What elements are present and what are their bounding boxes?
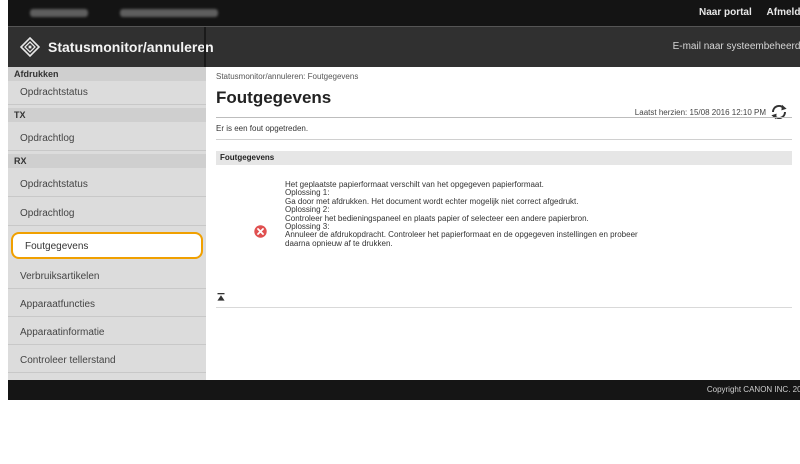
message-divider-line bbox=[216, 139, 792, 140]
sidebar-item-print-job-status[interactable]: Opdrachtstatus bbox=[8, 81, 206, 105]
last-updated-label: Laatst herzien: 15/08 2016 12:10 PM bbox=[634, 108, 766, 117]
sidebar-section-tx: TX bbox=[8, 108, 206, 122]
app-title: Statusmonitor/annuleren bbox=[48, 39, 214, 55]
device-info-blurred bbox=[120, 9, 218, 17]
error-occurred-message: Er is een fout opgetreden. bbox=[216, 124, 309, 133]
sidebar-item-error-info[interactable]: Foutgegevens bbox=[11, 232, 203, 259]
canon-diamond-logo-icon bbox=[20, 37, 40, 57]
top-bar: Naar portal Afmelde bbox=[8, 0, 800, 26]
main-content: Statusmonitor/annuleren: Foutgegevens Fo… bbox=[206, 67, 800, 380]
sidebar-section-afdrukken: Afdrukken bbox=[8, 67, 206, 81]
top-links: Naar portal Afmelde bbox=[687, 0, 800, 26]
page-title: Foutgegevens bbox=[216, 88, 332, 107]
error-line: Ga door met afdrukken. Het document word… bbox=[285, 196, 579, 206]
sidebar-item-tx-job-log[interactable]: Opdrachtlog bbox=[8, 127, 206, 151]
copyright-text: Copyright CANON INC. 201 bbox=[706, 385, 800, 394]
bottom-divider-line bbox=[216, 307, 792, 308]
sidebar: Afdrukken Opdrachtstatus TX Opdrachtlog … bbox=[8, 67, 206, 380]
device-info-blurred bbox=[30, 9, 88, 17]
sidebar-item-consumables[interactable]: Verbruiksartikelen bbox=[8, 265, 206, 289]
email-admin-link[interactable]: E-mail naar systeembeheerde bbox=[673, 27, 800, 67]
title-bar: Statusmonitor/annuleren E-mail naar syst… bbox=[8, 26, 800, 67]
error-details-text: Het geplaatste papierformaat verschilt v… bbox=[285, 180, 638, 248]
sidebar-item-device-information[interactable]: Apparaatinformatie bbox=[8, 321, 206, 345]
sidebar-section-rx: RX bbox=[8, 154, 206, 168]
logout-link[interactable]: Afmelde bbox=[767, 7, 800, 18]
error-line: daarna opnieuw af te drukken. bbox=[285, 238, 393, 248]
error-x-icon bbox=[254, 225, 267, 238]
browser-page: Naar portal Afmelde Statusmonitor/annule… bbox=[8, 0, 800, 400]
section-header-error-info: Foutgegevens bbox=[216, 151, 792, 165]
breadcrumb: Statusmonitor/annuleren: Foutgegevens bbox=[216, 72, 359, 81]
sidebar-item-check-counter[interactable]: Controleer tellerstand bbox=[8, 349, 206, 373]
error-line: Controleer het bedieningspaneel en plaat… bbox=[285, 213, 589, 223]
sidebar-item-device-features[interactable]: Apparaatfuncties bbox=[8, 293, 206, 317]
footer: Copyright CANON INC. 201 bbox=[8, 380, 800, 400]
refresh-icon[interactable] bbox=[770, 103, 788, 121]
sidebar-item-rx-job-log[interactable]: Opdrachtlog bbox=[8, 202, 206, 226]
title-divider-line bbox=[216, 117, 792, 118]
error-line: Het geplaatste papierformaat verschilt v… bbox=[285, 180, 544, 189]
title-divider bbox=[204, 27, 206, 67]
sidebar-item-rx-job-status[interactable]: Opdrachtstatus bbox=[8, 173, 206, 197]
back-to-top-icon[interactable] bbox=[217, 293, 225, 301]
portal-link[interactable]: Naar portal bbox=[699, 7, 752, 18]
